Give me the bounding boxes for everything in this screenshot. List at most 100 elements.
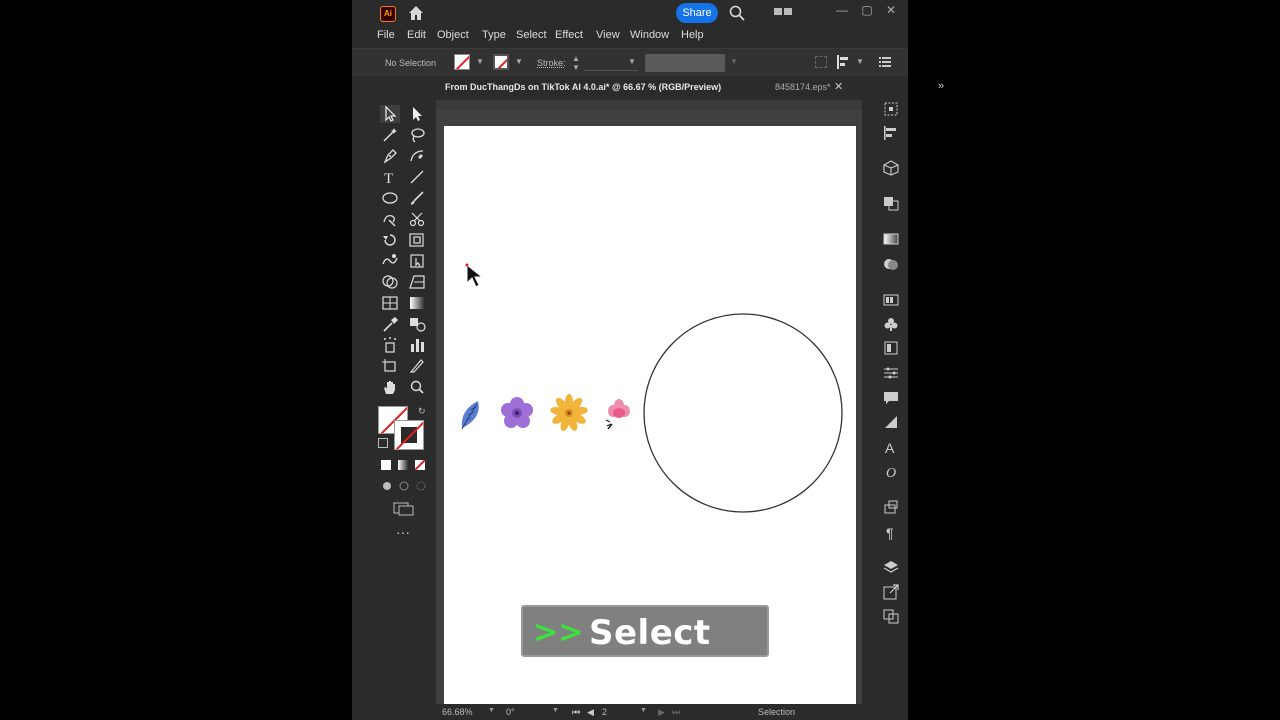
swap-fill-stroke-icon[interactable]: ↻ — [418, 406, 428, 416]
leaf-artwork[interactable] — [458, 398, 484, 432]
comments-panel-icon[interactable] — [882, 390, 900, 406]
symbol-sprayer-tool-icon[interactable] — [380, 336, 400, 354]
home-icon[interactable] — [406, 4, 426, 22]
slice-tool-icon[interactable] — [407, 357, 427, 375]
rotate-tool-icon[interactable] — [380, 231, 400, 249]
paragraph-panel-icon[interactable]: ¶ — [882, 524, 900, 541]
chevron-down-icon[interactable]: ▼ — [730, 57, 738, 66]
menu-object[interactable]: Object — [437, 29, 469, 41]
warp-tool-icon[interactable] — [380, 252, 400, 270]
chevron-down-icon[interactable]: ▼ — [856, 57, 864, 66]
previous-artboard-icon[interactable]: ◀ — [587, 707, 594, 718]
blend-tool-icon[interactable] — [407, 315, 427, 333]
share-button[interactable]: Share — [676, 3, 718, 23]
menu-edit[interactable]: Edit — [407, 29, 426, 41]
selection-tool-icon[interactable] — [380, 105, 400, 123]
layers-panel-icon[interactable] — [882, 559, 900, 575]
menu-file[interactable]: File — [377, 29, 395, 41]
yellow-flower-artwork[interactable] — [550, 394, 588, 432]
rotation-field[interactable]: 0° — [506, 707, 515, 717]
direct-selection-tool-icon[interactable] — [407, 105, 427, 123]
properties-panel-icon[interactable] — [882, 365, 900, 381]
chevron-down-icon[interactable]: ▼ — [488, 707, 495, 714]
transform-panel-icon[interactable] — [882, 101, 900, 117]
ellipse-tool-icon[interactable] — [380, 189, 400, 207]
stroke-label[interactable]: Stroke: — [537, 58, 566, 68]
gradient-tool-icon[interactable] — [407, 294, 427, 312]
variable-width-profile-field[interactable] — [645, 54, 725, 72]
paintbrush-tool-icon[interactable] — [407, 189, 427, 207]
scale-tool-icon[interactable] — [407, 231, 427, 249]
export-panel-icon[interactable] — [882, 584, 900, 600]
artboards-panel-icon[interactable] — [882, 608, 900, 624]
paragraph-align-icon[interactable] — [836, 55, 852, 69]
menu-effect[interactable]: Effect — [555, 29, 583, 41]
color-panel-icon[interactable] — [882, 256, 900, 272]
chevron-down-icon[interactable]: ▼ — [515, 57, 523, 66]
chevron-down-icon[interactable]: ▼ — [640, 707, 647, 714]
menu-select[interactable]: Select — [516, 29, 547, 41]
appearance-panel-icon[interactable] — [882, 414, 900, 430]
graph-tool-icon[interactable] — [407, 336, 427, 354]
pink-flower-artwork[interactable] — [602, 396, 632, 430]
3d-panel-icon[interactable] — [882, 160, 900, 176]
default-fill-stroke-icon[interactable] — [378, 438, 388, 448]
arrange-documents-icon[interactable] — [774, 7, 792, 17]
draw-normal-icon[interactable] — [381, 481, 393, 491]
type-tool-icon[interactable]: T — [380, 168, 400, 187]
close-window-button[interactable]: ✕ — [881, 2, 901, 18]
stroke-color-swatch[interactable] — [394, 420, 424, 450]
swatches-panel-icon[interactable] — [882, 340, 900, 356]
shape-builder-tool-icon[interactable] — [380, 273, 400, 291]
zoom-level-field[interactable]: 66.68% — [442, 707, 473, 717]
chevron-down-icon[interactable]: ▼ — [552, 707, 559, 714]
color-mode-icon[interactable] — [381, 460, 391, 470]
curvature-tool-icon[interactable] — [407, 147, 427, 165]
chevron-down-icon[interactable]: ▼ — [628, 57, 636, 66]
scissors-tool-icon[interactable] — [407, 210, 427, 228]
menu-window[interactable]: Window — [630, 29, 669, 41]
symbols-panel-icon[interactable] — [882, 316, 900, 332]
maximize-button[interactable]: ▢ — [857, 2, 877, 18]
edit-toolbar-icon[interactable]: ··· — [396, 525, 412, 539]
gradient-panel-icon[interactable] — [882, 231, 900, 247]
last-artboard-icon[interactable]: ⏭ — [672, 707, 680, 718]
close-icon[interactable]: ✕ — [834, 80, 843, 93]
asset-export-panel-icon[interactable] — [882, 499, 900, 515]
artboard-number-field[interactable]: 2 — [602, 707, 607, 717]
stroke-weight-stepper[interactable]: ▲ ▼ — [572, 54, 580, 72]
none-mode-icon[interactable] — [415, 460, 425, 470]
align-icon[interactable] — [815, 56, 827, 68]
perspective-tool-icon[interactable] — [407, 273, 427, 291]
zoom-tool-icon[interactable] — [407, 378, 427, 396]
shaper-tool-icon[interactable] — [380, 210, 400, 228]
screen-mode-icon[interactable] — [393, 502, 415, 516]
opentype-panel-icon[interactable]: O — [882, 463, 900, 481]
gradient-mode-icon[interactable] — [398, 460, 408, 470]
fill-swatch[interactable] — [454, 54, 470, 70]
circle-shape[interactable] — [642, 312, 844, 514]
eyedropper-tool-icon[interactable] — [380, 315, 400, 333]
menu-view[interactable]: View — [596, 29, 620, 41]
draw-behind-icon[interactable] — [398, 481, 410, 491]
menu-type[interactable]: Type — [482, 29, 506, 41]
first-artboard-icon[interactable]: ⏮ — [572, 707, 580, 718]
draw-inside-icon[interactable] — [415, 481, 427, 491]
mesh-tool-icon[interactable] — [380, 294, 400, 312]
free-transform-tool-icon[interactable] — [407, 252, 427, 270]
artboard-tool-icon[interactable] — [380, 357, 400, 375]
magic-wand-tool-icon[interactable] — [380, 126, 400, 144]
libraries-panel-icon[interactable] — [882, 292, 900, 308]
chevron-down-icon[interactable]: ▼ — [476, 57, 484, 66]
search-icon[interactable] — [728, 4, 746, 22]
line-tool-icon[interactable] — [407, 168, 427, 186]
pen-tool-icon[interactable] — [380, 147, 400, 165]
minimize-button[interactable]: — — [832, 2, 852, 18]
purple-flower-artwork[interactable] — [500, 396, 534, 430]
hand-tool-icon[interactable] — [380, 378, 400, 396]
panel-menu-icon[interactable] — [879, 56, 891, 68]
lasso-tool-icon[interactable] — [407, 126, 427, 144]
next-artboard-icon[interactable]: ▶ — [658, 707, 665, 718]
tab-inactive-document[interactable]: 8458174.eps* — [775, 82, 831, 92]
stroke-swatch[interactable] — [493, 54, 509, 70]
